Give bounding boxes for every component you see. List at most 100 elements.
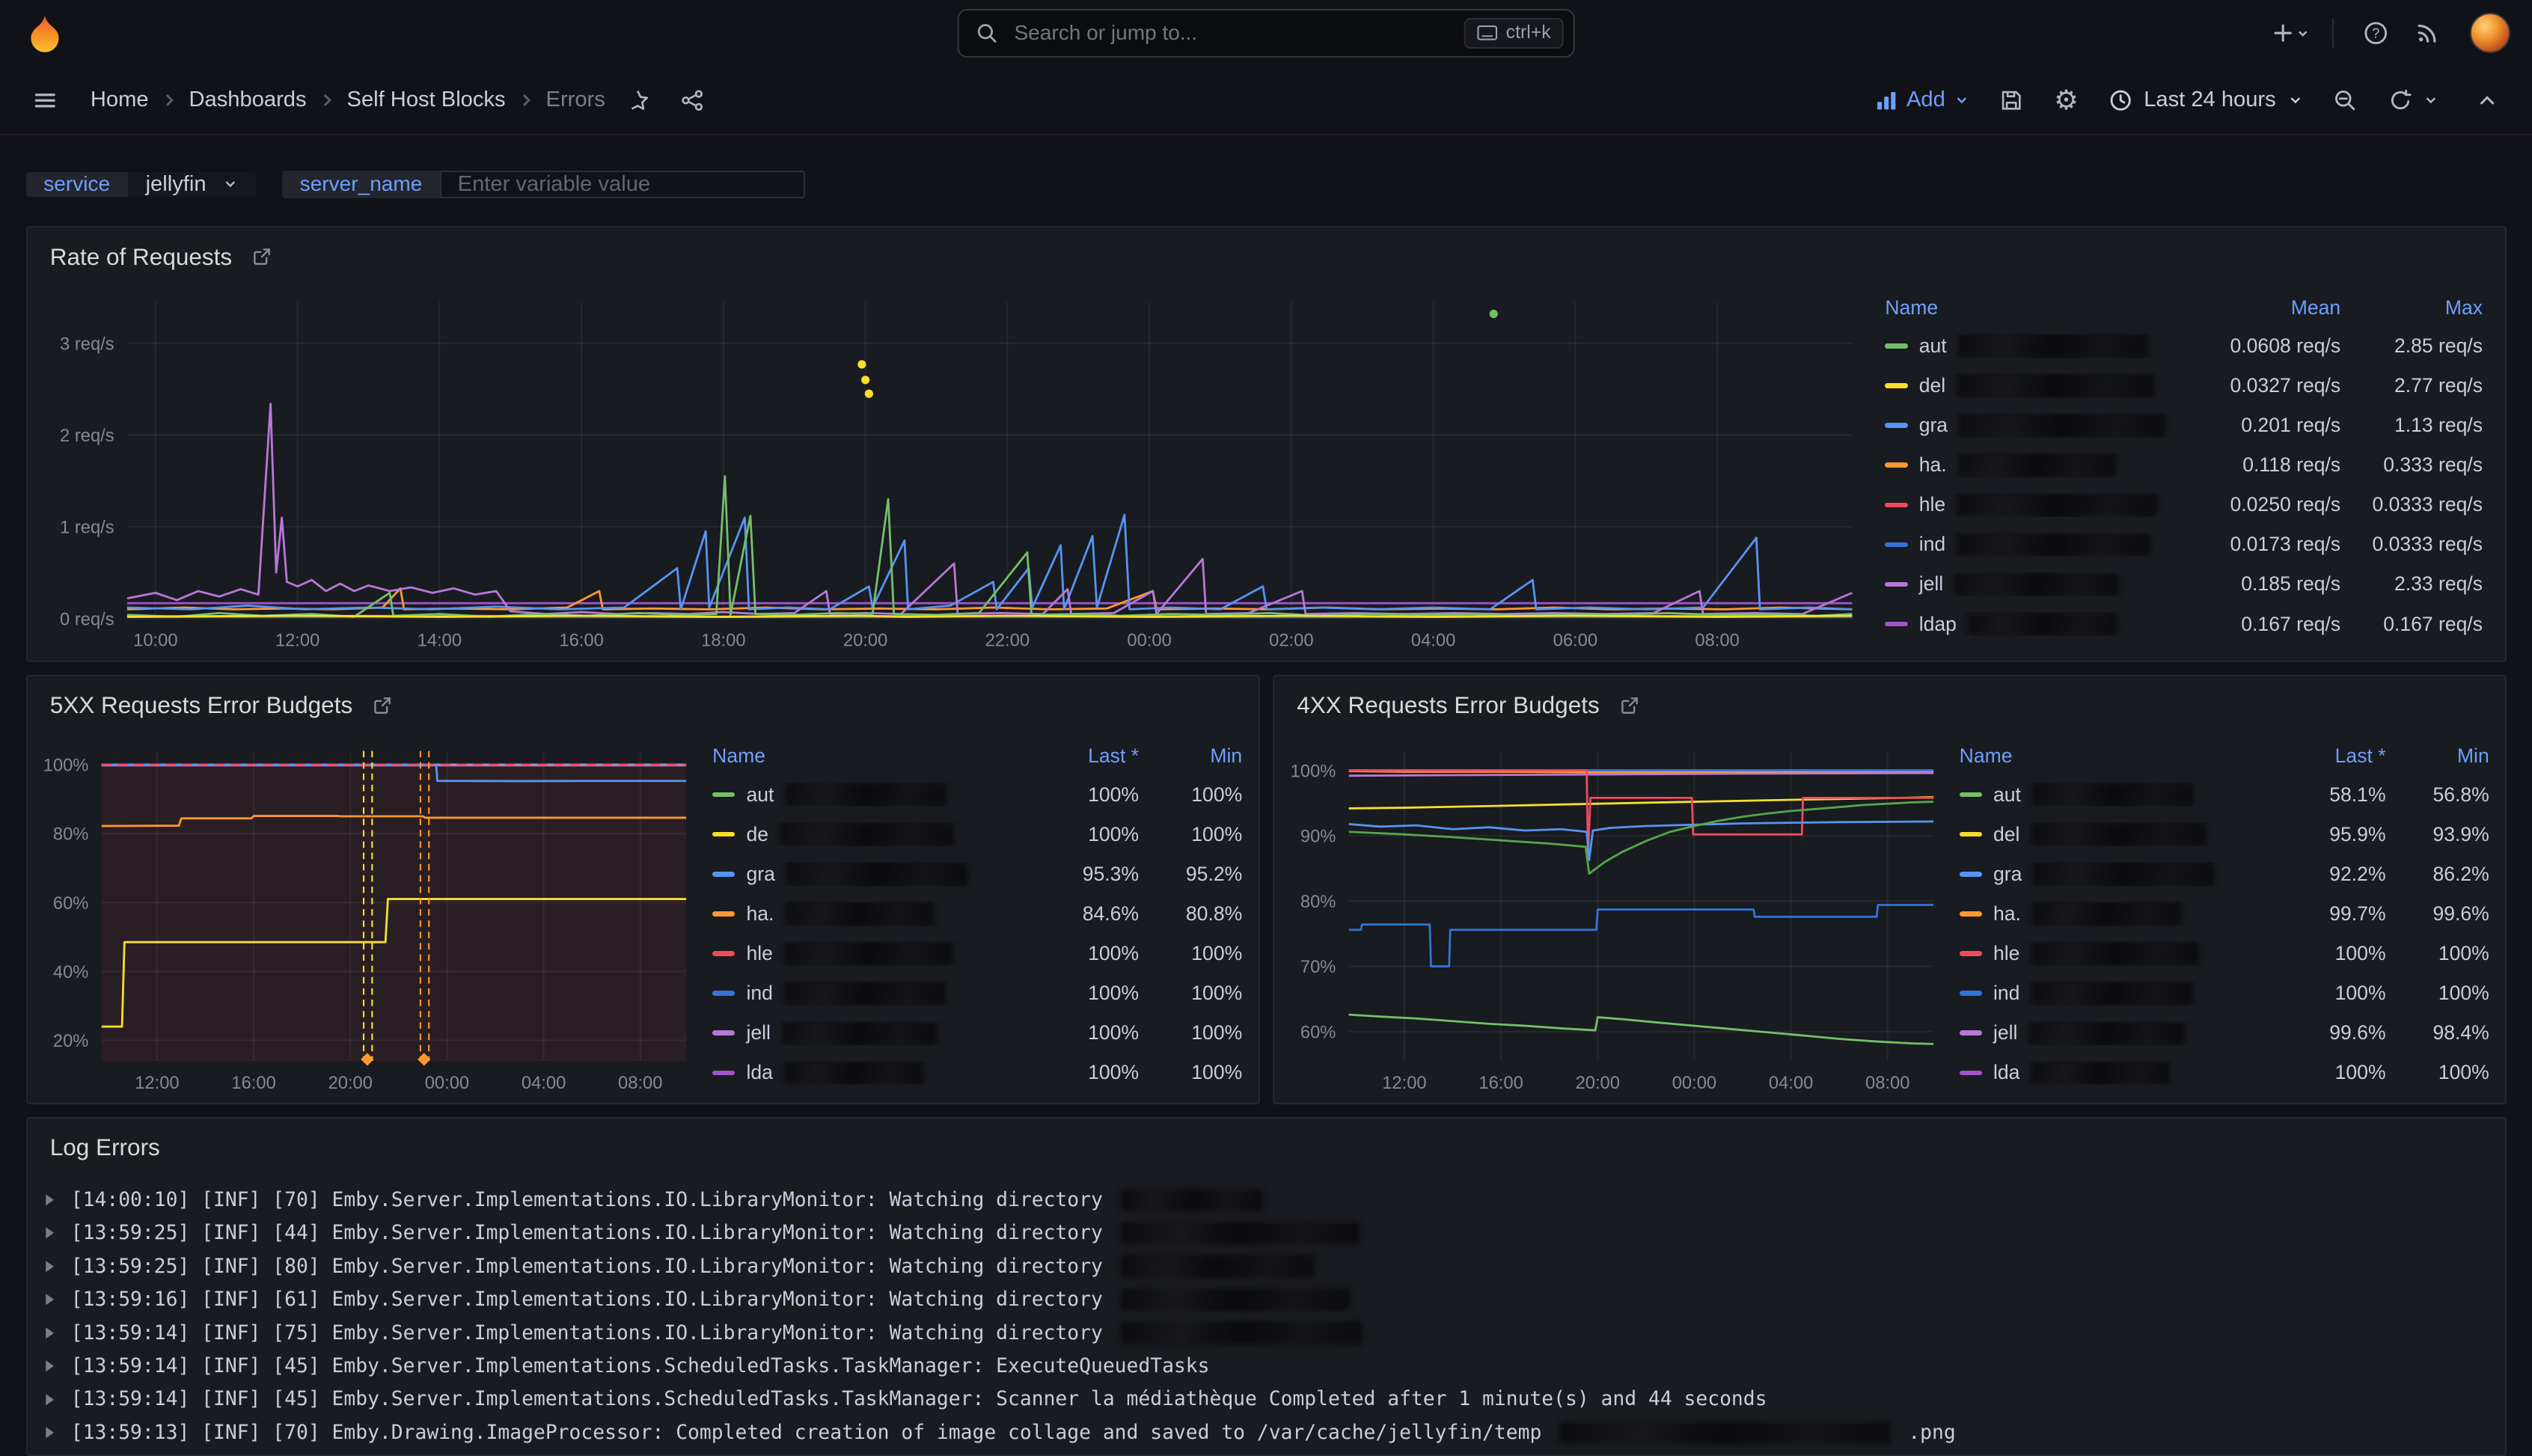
legend-column-name[interactable]: Name <box>712 744 1009 768</box>
settings-button[interactable]: ⚙ <box>2043 78 2088 123</box>
time-series-plot[interactable]: 12:0016:0020:0000:0004:0008:0060%70%80%9… <box>1281 735 1947 1097</box>
log-row[interactable]: [13:59:14] [INF] [45] Emby.Server.Implem… <box>43 1383 2489 1416</box>
legend-row[interactable]: ha.84.6%80.8% <box>712 894 1242 934</box>
series-name: jell <box>1919 572 1943 596</box>
log-row[interactable]: [13:59:14] [INF] [75] Emby.Server.Implem… <box>43 1316 2489 1349</box>
variables-row: service jellyfin server_name <box>26 159 2507 210</box>
legend-row[interactable]: gra95.3%95.2% <box>712 854 1242 894</box>
time-series-plot[interactable]: 12:0016:0020:0000:0004:0008:0020%40%60%8… <box>34 735 700 1097</box>
legend-row[interactable]: del0.0327 req/s2.77 req/s <box>1885 366 2483 406</box>
share-button[interactable] <box>670 78 715 123</box>
legend-column-max[interactable]: Max <box>2340 296 2483 319</box>
breadcrumb-dashboards[interactable]: Dashboards <box>189 88 307 112</box>
external-link-icon[interactable] <box>251 246 272 267</box>
breadcrumb-separator <box>160 91 178 109</box>
expand-icon[interactable] <box>43 1326 56 1340</box>
variable-server-name-label: server_name <box>282 171 440 198</box>
redacted-name <box>1954 572 2119 596</box>
expand-icon[interactable] <box>43 1259 56 1273</box>
legend-row[interactable]: del95.9%93.9% <box>1960 815 2489 854</box>
legend-row[interactable]: lda100%100% <box>712 1053 1242 1092</box>
server-name-input[interactable] <box>440 171 805 198</box>
new-button[interactable] <box>2268 10 2313 55</box>
help-button[interactable]: ? <box>2353 10 2398 55</box>
series-color-dash <box>712 911 735 916</box>
legend-row[interactable]: aut100%100% <box>712 775 1242 815</box>
legend-row[interactable]: ind100%100% <box>1960 973 2489 1013</box>
panel-header[interactable]: 4XX Requests Error Budgets <box>1274 676 2505 735</box>
legend-value: 0.185 req/s <box>2173 572 2341 596</box>
time-range-picker[interactable]: Last 24 hours <box>2099 88 2314 112</box>
legend-row[interactable]: gra92.2%86.2% <box>1960 854 2489 894</box>
legend-row[interactable]: ha.99.7%99.6% <box>1960 894 2489 934</box>
log-row[interactable]: [13:59:25] [INF] [44] Emby.Server.Implem… <box>43 1217 2489 1249</box>
menu-button[interactable] <box>22 78 67 123</box>
panel-title: 5XX Requests Error Budgets <box>50 691 352 719</box>
legend-row[interactable]: ha.0.118 req/s0.333 req/s <box>1885 445 2483 485</box>
collapse-toolbar-button[interactable] <box>2465 78 2510 123</box>
legend-row[interactable]: gra0.201 req/s1.13 req/s <box>1885 406 2483 445</box>
expand-icon[interactable] <box>43 1425 56 1440</box>
legend-header: NameLast *Min <box>712 738 1242 775</box>
favorite-button[interactable] <box>615 78 660 123</box>
expand-icon[interactable] <box>43 1392 56 1407</box>
breadcrumb-folder[interactable]: Self Host Blocks <box>347 88 506 112</box>
panel-header[interactable]: Rate of Requests <box>28 227 2506 286</box>
svg-text:08:00: 08:00 <box>1865 1073 1909 1092</box>
panel-header[interactable]: 5XX Requests Error Budgets <box>28 676 1259 735</box>
legend-row[interactable]: aut0.0608 req/s2.85 req/s <box>1885 326 2483 366</box>
legend-row[interactable]: jell0.185 req/s2.33 req/s <box>1885 564 2483 604</box>
legend-row[interactable]: hle100%100% <box>1960 934 2489 973</box>
expand-icon[interactable] <box>43 1193 56 1207</box>
legend-row[interactable]: de100%100% <box>712 815 1242 854</box>
panel-title: Rate of Requests <box>50 243 232 271</box>
log-row[interactable]: [13:59:14] [INF] [45] Emby.Server.Implem… <box>43 1350 2489 1383</box>
redacted-name <box>2031 941 2200 965</box>
series-name: hle <box>746 942 772 965</box>
panel-title: 4XX Requests Error Budgets <box>1297 691 1599 719</box>
legend-column-name[interactable]: Name <box>1960 744 2257 768</box>
svg-text:18:00: 18:00 <box>702 631 746 650</box>
expand-icon[interactable] <box>43 1359 56 1373</box>
legend-column-name[interactable]: Name <box>1885 296 2172 319</box>
legend-row[interactable]: ind0.0173 req/s0.0333 req/s <box>1885 524 2483 564</box>
legend-row[interactable]: lda100%100% <box>1960 1053 2489 1092</box>
refresh-button[interactable] <box>2378 78 2439 123</box>
redacted-name <box>784 1061 923 1085</box>
log-row[interactable]: [14:00:10] [INF] [70] Emby.Server.Implem… <box>43 1183 2489 1216</box>
expand-icon[interactable] <box>43 1226 56 1240</box>
breadcrumb-home[interactable]: Home <box>91 88 149 112</box>
grafana-logo[interactable] <box>22 10 67 55</box>
user-avatar[interactable] <box>2470 13 2510 53</box>
search-input[interactable] <box>1011 19 1451 46</box>
news-button[interactable] <box>2405 10 2450 55</box>
log-row[interactable]: [13:59:25] [INF] [80] Emby.Server.Implem… <box>43 1249 2489 1282</box>
legend-column-min[interactable]: Min <box>1139 744 1242 768</box>
panel-header[interactable]: Log Errors <box>28 1119 2506 1177</box>
legend-row[interactable]: hle100%100% <box>712 934 1242 973</box>
legend-row[interactable]: aut58.1%56.8% <box>1960 775 2489 815</box>
log-row[interactable]: [13:59:16] [INF] [61] Emby.Server.Implem… <box>43 1283 2489 1316</box>
legend-value: 95.3% <box>1009 863 1139 886</box>
legend-column-last[interactable]: Last * <box>1009 744 1139 768</box>
external-link-icon[interactable] <box>1619 695 1640 716</box>
external-link-icon[interactable] <box>372 695 393 716</box>
legend-column-mean[interactable]: Mean <box>2173 296 2341 319</box>
legend-row[interactable]: hle0.0250 req/s0.0333 req/s <box>1885 485 2483 524</box>
log-row[interactable]: [13:59:13] [INF] [70] Emby.Drawing.Image… <box>43 1416 2489 1449</box>
add-button[interactable]: Add <box>1865 88 1979 112</box>
time-series-plot[interactable]: 10:0012:0014:0016:0018:0020:0022:0000:00… <box>37 286 1865 654</box>
legend-column-min[interactable]: Min <box>2386 744 2489 768</box>
expand-icon[interactable] <box>43 1292 56 1306</box>
gear-icon: ⚙ <box>2054 87 2079 114</box>
zoom-out-button[interactable] <box>2322 78 2367 123</box>
legend-value: 100% <box>1139 982 1242 1005</box>
search-box[interactable]: ctrl+k <box>958 9 1575 58</box>
legend-row[interactable]: jell100%100% <box>712 1013 1242 1053</box>
save-button[interactable] <box>1989 78 2034 123</box>
legend-row[interactable]: jell99.6%98.4% <box>1960 1013 2489 1053</box>
legend-column-last[interactable]: Last * <box>2257 744 2386 768</box>
legend-row[interactable]: ind100%100% <box>712 973 1242 1013</box>
variable-service-select[interactable]: jellyfin <box>128 172 257 197</box>
legend-row[interactable]: ldap0.167 req/s0.167 req/s <box>1885 604 2483 643</box>
